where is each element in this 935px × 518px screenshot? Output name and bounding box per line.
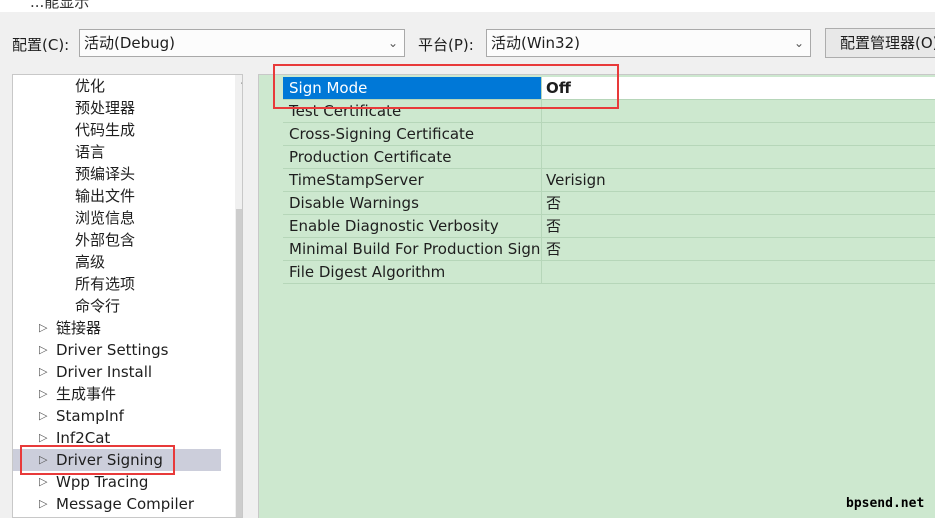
row-gutter — [259, 238, 283, 261]
tree-item[interactable]: 预编译头 — [13, 163, 221, 185]
property-name[interactable]: Production Certificate — [283, 146, 542, 169]
config-manager-button[interactable]: 配置管理器(O) — [825, 28, 935, 58]
window-title: ...能显示 — [30, 0, 90, 11]
triangle-right-icon[interactable]: ▷ — [39, 317, 47, 339]
property-value[interactable] — [542, 123, 935, 146]
tree-item[interactable]: ▷ StampInf — [13, 405, 221, 427]
tree-item-label: 代码生成 — [75, 121, 136, 139]
property-name[interactable]: Enable Diagnostic Verbosity — [283, 215, 542, 238]
tree-item[interactable]: 外部包含 — [13, 229, 221, 251]
tree-item[interactable]: ▷ Driver Install — [13, 361, 221, 383]
tree-item-label: Driver Install — [56, 363, 153, 381]
tree-item[interactable]: 高级 — [13, 251, 221, 273]
property-name[interactable]: Minimal Build For Production Signing — [283, 238, 542, 261]
tree-item-label: 命令行 — [75, 297, 121, 315]
property-row[interactable]: Cross-Signing Certificate — [259, 123, 935, 146]
triangle-right-icon[interactable]: ▷ — [39, 405, 47, 427]
row-gutter — [259, 261, 283, 284]
tree-item-label: 优化 — [75, 77, 106, 95]
tree-item-label: Message Compiler — [56, 495, 195, 513]
tree-item[interactable]: ▷ Message Compiler — [13, 493, 221, 515]
window-title-strip: ...能显示 — [0, 0, 935, 12]
tree-scrollbar[interactable]: ⌃ — [235, 75, 242, 517]
tree-item-label: 高级 — [75, 253, 106, 271]
row-gutter — [259, 169, 283, 192]
tree-item[interactable]: 代码生成 — [13, 119, 221, 141]
tree-item-label: 浏览信息 — [75, 209, 136, 227]
tree-item[interactable]: 优化 — [13, 75, 221, 97]
tree-item-label: 所有选项 — [75, 275, 136, 293]
property-row[interactable]: Disable Warnings 否 — [259, 192, 935, 215]
row-gutter — [259, 123, 283, 146]
row-gutter — [259, 146, 283, 169]
triangle-right-icon[interactable]: ▷ — [39, 493, 47, 515]
tree-item-label: 预编译头 — [75, 165, 136, 183]
tree-item-label: 链接器 — [56, 319, 102, 337]
property-row[interactable]: Minimal Build For Production Signing 否 — [259, 238, 935, 261]
property-value[interactable] — [542, 146, 935, 169]
property-name[interactable]: TimeStampServer — [283, 169, 542, 192]
row-divider — [283, 283, 935, 284]
property-value[interactable]: Verisign — [542, 169, 935, 192]
tree-item[interactable]: 预处理器 — [13, 97, 221, 119]
property-name[interactable]: File Digest Algorithm — [283, 261, 542, 284]
row-gutter — [259, 215, 283, 238]
config-combobox[interactable]: 活动(Debug) ⌄ — [79, 29, 405, 57]
tree-item[interactable]: 浏览信息 — [13, 207, 221, 229]
watermark: bpsend.net — [846, 496, 925, 511]
tree-item-label: 输出文件 — [75, 187, 136, 205]
property-row[interactable]: File Digest Algorithm — [259, 261, 935, 284]
config-label: 配置(C): — [12, 36, 70, 54]
property-grid: Sign Mode Off Test Certificate Cross-Signin… — [258, 74, 935, 518]
tree-item-label: 预处理器 — [75, 99, 136, 117]
tree-item[interactable]: 语言 — [13, 141, 221, 163]
property-row[interactable]: Enable Diagnostic Verbosity 否 — [259, 215, 935, 238]
platform-combobox[interactable]: 活动(Win32) ⌄ — [486, 29, 811, 57]
row-gutter — [259, 192, 283, 215]
tree-item-label: 语言 — [75, 143, 106, 161]
property-name[interactable]: Disable Warnings — [283, 192, 542, 215]
chevron-down-icon: ⌄ — [387, 36, 398, 50]
property-value[interactable] — [542, 261, 935, 284]
tree-item-label: 外部包含 — [75, 231, 136, 249]
tree-item[interactable]: 所有选项 — [13, 273, 221, 295]
tree-item[interactable]: ▷ 生成事件 — [13, 383, 221, 405]
tree-item-label: Driver Settings — [56, 341, 169, 359]
tree-item[interactable]: ▷ Driver Settings — [13, 339, 221, 361]
property-value[interactable]: 否 — [542, 192, 935, 215]
triangle-right-icon[interactable]: ▷ — [39, 383, 47, 405]
triangle-right-icon[interactable]: ▷ — [39, 361, 47, 383]
property-value[interactable]: 否 — [542, 238, 935, 261]
tree-item-label: StampInf — [56, 407, 124, 425]
scrollbar-thumb[interactable] — [236, 209, 242, 517]
triangle-right-icon[interactable]: ▷ — [39, 339, 47, 361]
property-row[interactable]: TimeStampServer Verisign — [259, 169, 935, 192]
highlight-box-driver-signing — [20, 445, 175, 475]
chevron-up-icon[interactable]: ⌃ — [235, 75, 242, 97]
tree-item-label: 生成事件 — [56, 385, 117, 403]
chevron-down-icon: ⌄ — [793, 36, 804, 50]
tree-item[interactable]: 命令行 — [13, 295, 221, 317]
property-row[interactable]: Production Certificate — [259, 146, 935, 169]
property-value[interactable]: 否 — [542, 215, 935, 238]
highlight-box-sign-mode — [273, 64, 619, 109]
platform-label: 平台(P): — [418, 36, 474, 54]
tree-item[interactable]: 输出文件 — [13, 185, 221, 207]
property-name[interactable]: Cross-Signing Certificate — [283, 123, 542, 146]
platform-combobox-value: 活动(Win32) — [491, 34, 580, 52]
tree-item[interactable]: ▷ 链接器 — [13, 317, 221, 339]
config-combobox-value: 活动(Debug) — [84, 34, 176, 52]
